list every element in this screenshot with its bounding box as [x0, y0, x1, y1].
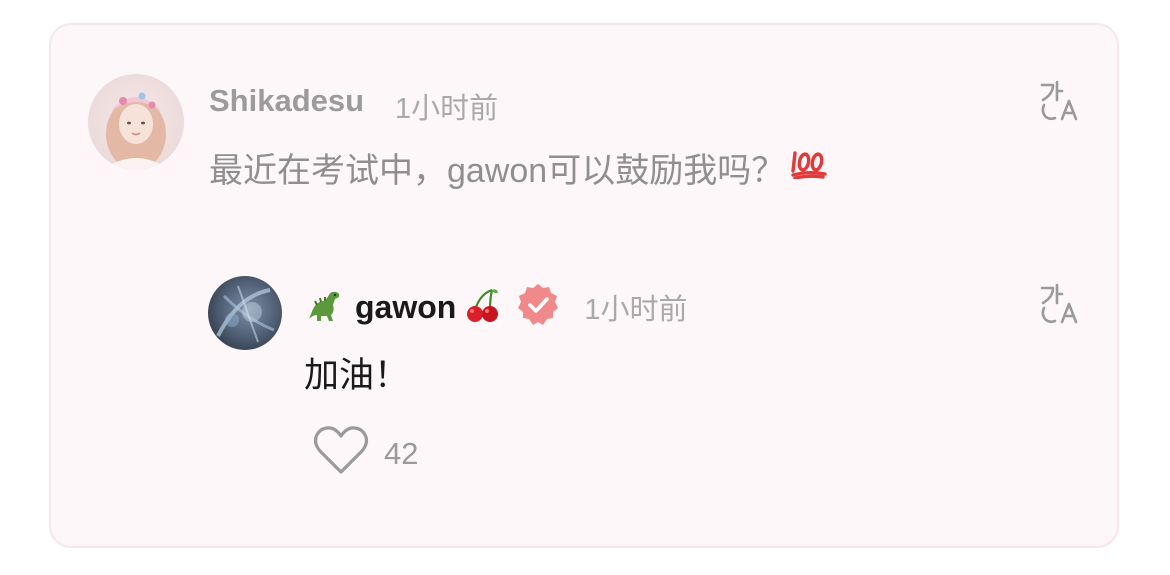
like-button[interactable] [312, 425, 370, 482]
top-comment-text: 最近在考试中，gawon可以鼓励我吗？ [209, 152, 786, 190]
heart-icon[interactable] [312, 425, 370, 477]
like-control: 42 [312, 425, 418, 482]
avatar-gawon[interactable] [208, 276, 282, 350]
like-count: 42 [384, 435, 419, 471]
dinosaur-icon [303, 285, 355, 330]
verified-badge-icon [502, 281, 562, 334]
comment-card: Shikadesu 1小时前 最近在考试中，gawon可以鼓励我吗？ gawon… [49, 23, 1119, 548]
translate-icon[interactable] [1038, 78, 1082, 122]
translate-icon[interactable] [1038, 281, 1082, 325]
top-comment-time: 1小时前 [395, 93, 499, 125]
reply-time: 1小时前 [584, 294, 688, 326]
reply-text: 加油！ [304, 356, 410, 395]
avatar-shikadesu[interactable] [88, 74, 184, 170]
cherries-icon [456, 286, 502, 329]
reply-username[interactable]: gawon [355, 289, 456, 326]
reply-header: gawon 1小时前 [303, 283, 688, 330]
top-comment-text-row: 最近在考试中，gawon可以鼓励我吗？ [209, 143, 829, 192]
hundred-points-icon [789, 147, 829, 188]
top-comment-username[interactable]: Shikadesu [209, 83, 364, 119]
